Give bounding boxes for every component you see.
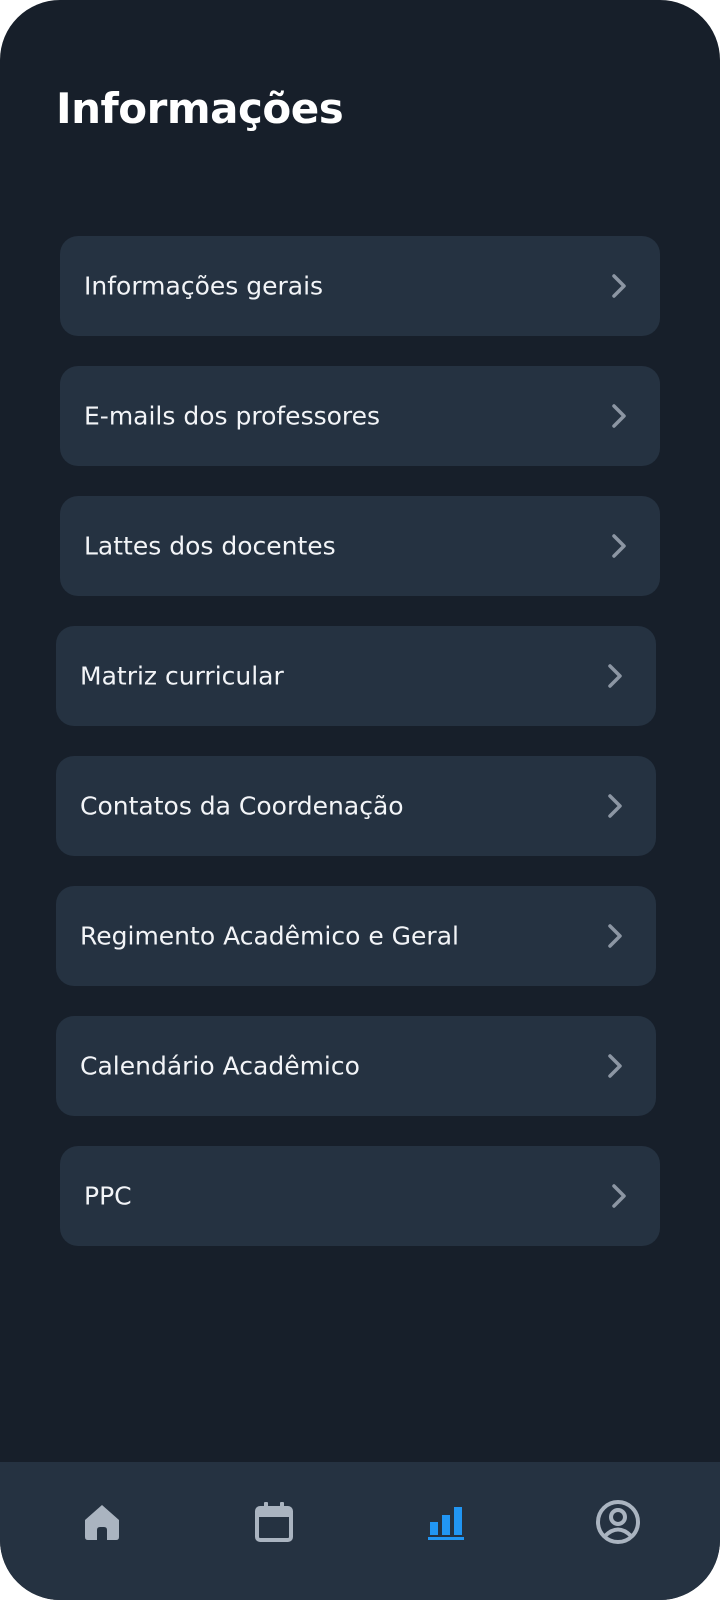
menu-item-label: Contatos da Coordenação <box>80 791 404 821</box>
user-profile-icon <box>596 1500 640 1544</box>
menu-item-label: Lattes dos docentes <box>84 531 336 561</box>
menu-item-label: Calendário Acadêmico <box>80 1051 360 1081</box>
menu-item-informacoes-gerais[interactable]: Informações gerais <box>60 236 660 336</box>
menu-item-label: PPC <box>84 1181 132 1211</box>
menu-item-calendario-academico[interactable]: Calendário Acadêmico <box>56 1016 656 1116</box>
chevron-right-icon <box>612 274 626 298</box>
calendar-icon <box>255 1502 293 1542</box>
menu-item-regimento-academico[interactable]: Regimento Acadêmico e Geral <box>56 886 656 986</box>
bottom-navigation <box>0 1462 720 1600</box>
menu-item-label: Regimento Acadêmico e Geral <box>80 921 459 951</box>
menu-item-emails-professores[interactable]: E-mails dos professores <box>60 366 660 466</box>
nav-home-button[interactable] <box>70 1490 134 1554</box>
menu-item-contatos-coordenacao[interactable]: Contatos da Coordenação <box>56 756 656 856</box>
chevron-right-icon <box>608 1054 622 1078</box>
menu-item-matriz-curricular[interactable]: Matriz curricular <box>56 626 656 726</box>
page-title: Informações <box>56 84 344 133</box>
menu-item-label: E-mails dos professores <box>84 401 381 431</box>
nav-stats-button[interactable] <box>414 1490 478 1554</box>
menu-item-ppc[interactable]: PPC <box>60 1146 660 1246</box>
home-icon <box>85 1505 119 1540</box>
chevron-right-icon <box>608 794 622 818</box>
chevron-right-icon <box>612 534 626 558</box>
chevron-right-icon <box>608 924 622 948</box>
chevron-right-icon <box>612 404 626 428</box>
menu-item-lattes-docentes[interactable]: Lattes dos docentes <box>60 496 660 596</box>
nav-calendar-button[interactable] <box>242 1490 306 1554</box>
chevron-right-icon <box>612 1184 626 1208</box>
chevron-right-icon <box>608 664 622 688</box>
nav-profile-button[interactable] <box>586 1490 650 1554</box>
menu-item-label: Informações gerais <box>84 271 324 301</box>
bar-chart-icon <box>428 1507 464 1540</box>
app-screen: Informações Informações gerais E-mails d… <box>0 0 720 1600</box>
menu-item-label: Matriz curricular <box>80 661 284 691</box>
